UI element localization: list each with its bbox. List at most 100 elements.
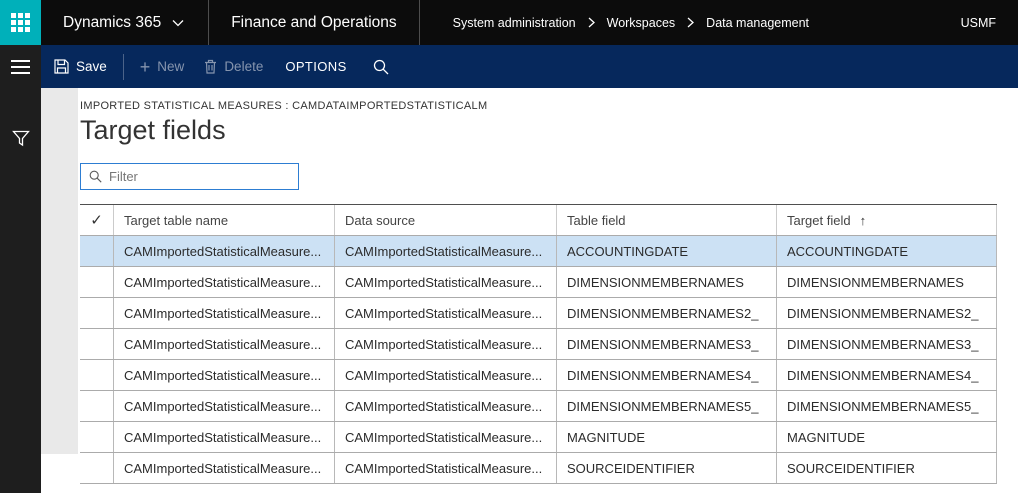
table-row[interactable]: CAMImportedStatisticalMeasure... CAMImpo… bbox=[80, 360, 997, 391]
column-header-table-field[interactable]: Table field bbox=[557, 205, 777, 235]
cell-target-field[interactable]: DIMENSIONMEMBERNAMES3_ bbox=[777, 329, 997, 359]
cell-data-source[interactable]: CAMImportedStatisticalMeasure... bbox=[335, 236, 557, 266]
toolbar-separator bbox=[122, 53, 124, 80]
column-header-target-field[interactable]: Target field ↑ bbox=[777, 205, 997, 235]
row-selector-cell[interactable] bbox=[80, 453, 114, 483]
new-button[interactable]: + New bbox=[140, 58, 185, 76]
options-label: OPTIONS bbox=[285, 59, 347, 74]
row-selector-cell[interactable] bbox=[80, 236, 114, 266]
action-toolbar: Save + New Delete OPTIONS bbox=[41, 45, 1018, 88]
save-icon bbox=[54, 59, 69, 74]
dynamics365-menu[interactable]: Dynamics 365 bbox=[41, 0, 208, 45]
cell-target-field[interactable]: DIMENSIONMEMBERNAMES4_ bbox=[777, 360, 997, 390]
cell-data-source[interactable]: CAMImportedStatisticalMeasure... bbox=[335, 422, 557, 452]
cell-target-field[interactable]: DIMENSIONMEMBERNAMES5_ bbox=[777, 391, 997, 421]
cell-data-source[interactable]: CAMImportedStatisticalMeasure... bbox=[335, 453, 557, 483]
grid-header-row: ✓ Target table name Data source Table fi… bbox=[80, 205, 997, 236]
cell-target-field[interactable]: DIMENSIONMEMBERNAMES2_ bbox=[777, 298, 997, 328]
cell-target-field[interactable]: DIMENSIONMEMBERNAMES bbox=[777, 267, 997, 297]
table-row[interactable]: CAMImportedStatisticalMeasure... CAMImpo… bbox=[80, 453, 997, 484]
cell-target-field[interactable]: SOURCEIDENTIFIER bbox=[777, 453, 997, 483]
cell-table-field[interactable]: DIMENSIONMEMBERNAMES2_ bbox=[557, 298, 777, 328]
funnel-icon bbox=[11, 130, 30, 147]
table-row[interactable]: CAMImportedStatisticalMeasure... CAMImpo… bbox=[80, 391, 997, 422]
cell-data-source[interactable]: CAMImportedStatisticalMeasure... bbox=[335, 329, 557, 359]
page-content: IMPORTED STATISTICAL MEASURES : CAMDATAI… bbox=[78, 88, 1018, 497]
chevron-right-icon bbox=[588, 17, 595, 28]
cell-table-field[interactable]: ACCOUNTINGDATE bbox=[557, 236, 777, 266]
breadcrumb-item-system-administration[interactable]: System administration bbox=[453, 16, 576, 30]
cell-table-field[interactable]: DIMENSIONMEMBERNAMES3_ bbox=[557, 329, 777, 359]
save-button[interactable]: Save bbox=[54, 59, 107, 74]
cell-target-field[interactable]: MAGNITUDE bbox=[777, 422, 997, 452]
row-selector-cell[interactable] bbox=[80, 298, 114, 328]
row-selector-cell[interactable] bbox=[80, 267, 114, 297]
cell-table-field[interactable]: DIMENSIONMEMBERNAMES bbox=[557, 267, 777, 297]
cell-data-source[interactable]: CAMImportedStatisticalMeasure... bbox=[335, 391, 557, 421]
toolbar-search-button[interactable] bbox=[373, 59, 389, 75]
cell-data-source[interactable]: CAMImportedStatisticalMeasure... bbox=[335, 360, 557, 390]
delete-label: Delete bbox=[224, 59, 264, 74]
plus-icon: + bbox=[139, 56, 151, 77]
breadcrumb: System administration Workspaces Data ma… bbox=[420, 0, 809, 45]
row-selector-cell[interactable] bbox=[80, 422, 114, 452]
product-name-link[interactable]: Finance and Operations bbox=[209, 0, 418, 45]
cell-target-table-name[interactable]: CAMImportedStatisticalMeasure... bbox=[114, 236, 335, 266]
cell-target-table-name[interactable]: CAMImportedStatisticalMeasure... bbox=[114, 298, 335, 328]
delete-button[interactable]: Delete bbox=[204, 59, 263, 74]
page-caption: IMPORTED STATISTICAL MEASURES : CAMDATAI… bbox=[80, 100, 488, 112]
cell-target-table-name[interactable]: CAMImportedStatisticalMeasure... bbox=[114, 391, 335, 421]
table-row[interactable]: CAMImportedStatisticalMeasure... CAMImpo… bbox=[80, 329, 997, 360]
company-picker[interactable]: USMF bbox=[961, 0, 1018, 45]
table-row[interactable]: CAMImportedStatisticalMeasure... CAMImpo… bbox=[80, 236, 997, 267]
table-row[interactable]: CAMImportedStatisticalMeasure... CAMImpo… bbox=[80, 267, 997, 298]
table-row[interactable]: CAMImportedStatisticalMeasure... CAMImpo… bbox=[80, 298, 997, 329]
left-nav-rail bbox=[0, 45, 41, 497]
filter-pane-button[interactable] bbox=[11, 130, 30, 147]
cell-target-table-name[interactable]: CAMImportedStatisticalMeasure... bbox=[114, 453, 335, 483]
hamburger-menu-button[interactable] bbox=[11, 45, 30, 88]
cell-data-source[interactable]: CAMImportedStatisticalMeasure... bbox=[335, 267, 557, 297]
chevron-down-icon bbox=[172, 19, 184, 27]
cell-table-field[interactable]: SOURCEIDENTIFIER bbox=[557, 453, 777, 483]
cell-target-table-name[interactable]: CAMImportedStatisticalMeasure... bbox=[114, 329, 335, 359]
cell-target-table-name[interactable]: CAMImportedStatisticalMeasure... bbox=[114, 360, 335, 390]
options-menu-button[interactable]: OPTIONS bbox=[285, 59, 346, 74]
breadcrumb-item-workspaces[interactable]: Workspaces bbox=[607, 16, 676, 30]
select-all-header[interactable]: ✓ bbox=[80, 205, 114, 235]
search-icon bbox=[373, 59, 389, 75]
cell-target-table-name[interactable]: CAMImportedStatisticalMeasure... bbox=[114, 422, 335, 452]
search-icon bbox=[89, 170, 102, 183]
grid-filter-box bbox=[80, 163, 299, 190]
cell-target-table-name[interactable]: CAMImportedStatisticalMeasure... bbox=[114, 267, 335, 297]
target-fields-grid: ✓ Target table name Data source Table fi… bbox=[80, 204, 997, 484]
cell-table-field[interactable]: DIMENSIONMEMBERNAMES5_ bbox=[557, 391, 777, 421]
company-label: USMF bbox=[960, 15, 996, 30]
filter-input[interactable] bbox=[109, 169, 290, 184]
cell-data-source[interactable]: CAMImportedStatisticalMeasure... bbox=[335, 298, 557, 328]
check-icon: ✓ bbox=[90, 212, 103, 229]
table-row[interactable]: CAMImportedStatisticalMeasure... CAMImpo… bbox=[80, 422, 997, 453]
page-title: Target fields bbox=[80, 115, 226, 145]
app-launcher-button[interactable] bbox=[0, 0, 41, 45]
chevron-right-icon bbox=[687, 17, 695, 28]
breadcrumb-item-data-management[interactable]: Data management bbox=[706, 16, 809, 30]
cell-table-field[interactable]: MAGNITUDE bbox=[557, 422, 777, 452]
row-selector-cell[interactable] bbox=[80, 329, 114, 359]
row-selector-cell[interactable] bbox=[80, 391, 114, 421]
app-window: Dynamics 365 Finance and Operations Syst… bbox=[0, 0, 1018, 497]
save-label: Save bbox=[76, 59, 107, 74]
collapsed-nav-gutter bbox=[41, 88, 78, 497]
column-header-target-table-name[interactable]: Target table name bbox=[114, 205, 335, 235]
row-selector-cell[interactable] bbox=[80, 360, 114, 390]
new-label: New bbox=[157, 59, 185, 74]
column-header-data-source[interactable]: Data source bbox=[335, 205, 557, 235]
cell-target-field[interactable]: ACCOUNTINGDATE bbox=[777, 236, 997, 266]
cell-table-field[interactable]: DIMENSIONMEMBERNAMES4_ bbox=[557, 360, 777, 390]
table-body: CAMImportedStatisticalMeasure... CAMImpo… bbox=[80, 236, 997, 484]
waffle-icon bbox=[11, 13, 30, 32]
product-name-label: Finance and Operations bbox=[231, 13, 397, 31]
trash-icon bbox=[204, 59, 217, 74]
dynamics365-label: Dynamics 365 bbox=[63, 13, 162, 31]
top-navigation-bar: Dynamics 365 Finance and Operations Syst… bbox=[0, 0, 1018, 45]
